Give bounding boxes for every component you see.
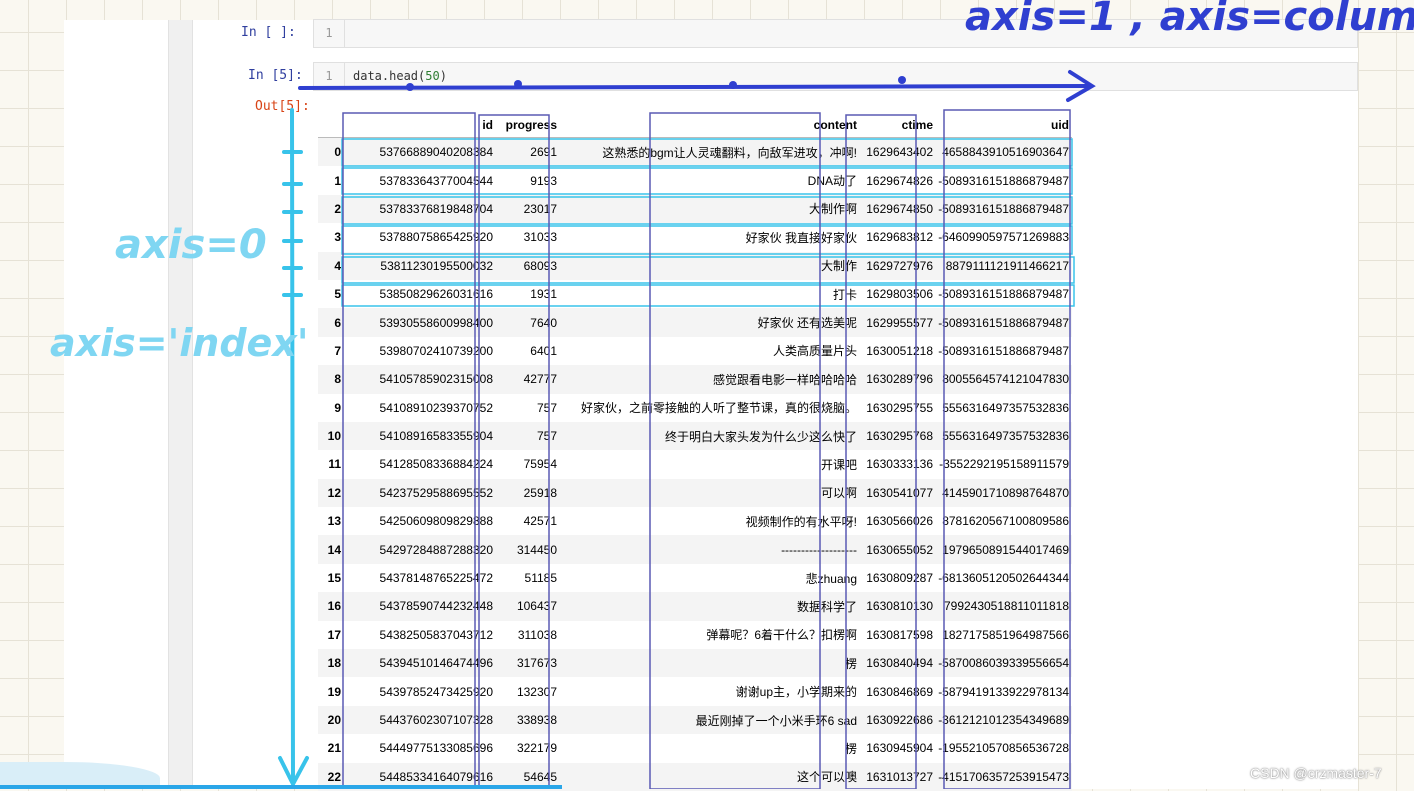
axis-1-arrow	[298, 70, 1096, 102]
column-highlight-boxes	[342, 109, 1071, 789]
row-box	[341, 138, 1073, 167]
column-box	[649, 112, 821, 789]
column-box	[478, 114, 550, 789]
row-box	[341, 196, 1073, 225]
arrow-line	[298, 84, 1092, 90]
row-box	[341, 225, 1073, 255]
row-highlight-boxes	[341, 138, 1075, 307]
handwritten-annotations: axis=1 , axis=columns axis=0 axis='index…	[50, 0, 1414, 789]
row-box	[341, 167, 1073, 195]
arrow-dot	[514, 80, 522, 88]
axis-columns-label: axis=1 , axis=columns	[965, 0, 1414, 40]
axis-0-label: axis=0	[115, 222, 267, 268]
row-box	[341, 284, 1075, 307]
axis-index-label: axis='index'	[50, 321, 308, 365]
arrow-dot	[729, 81, 737, 89]
column-box	[845, 114, 917, 789]
row-box	[341, 256, 1075, 284]
video-progress-bar[interactable]	[0, 785, 562, 789]
watermark: CSDN @crzmaster-7	[1250, 765, 1382, 781]
arrow-dot	[898, 76, 906, 84]
column-box	[342, 112, 476, 789]
arrow-dot	[406, 83, 414, 91]
column-box	[943, 109, 1071, 789]
